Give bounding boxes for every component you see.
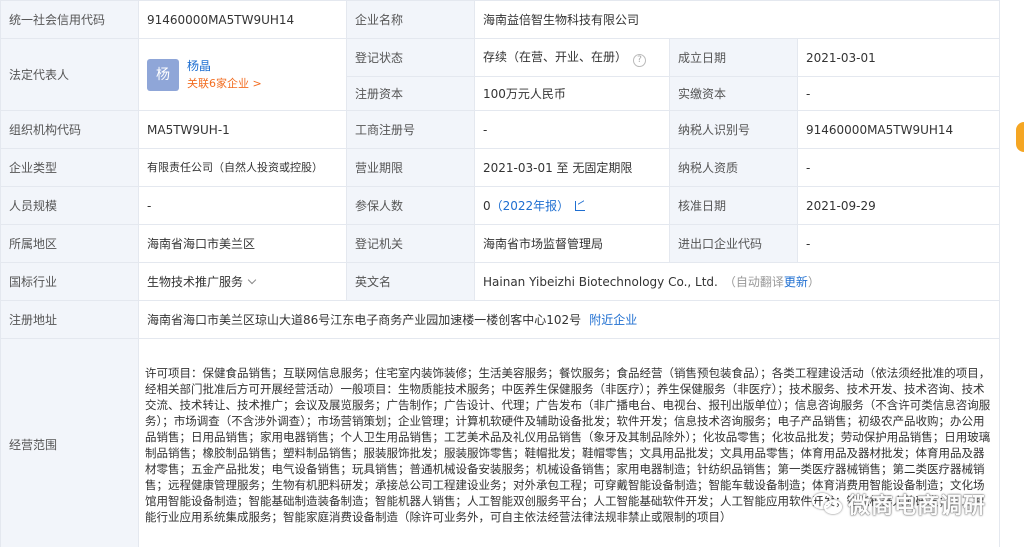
english-name-value: Hainan Yibeizhi Biotechnology Co., Ltd.: [483, 274, 718, 289]
industry-dropdown[interactable]: 生物技术推广服务: [138, 262, 347, 301]
taxpayer-qual-value: -: [797, 148, 1000, 187]
import-export-label: 进出口企业代码: [669, 224, 798, 263]
biz-reg-no-value: -: [474, 110, 670, 149]
reg-status-label: 登记状态: [346, 38, 475, 77]
region-label: 所属地区: [0, 224, 139, 263]
taxpayer-id-value: 91460000MA5TW9UH14: [797, 110, 1000, 149]
reg-authority-label: 登记机关: [346, 224, 475, 263]
table-row: 统一社会信用代码 91460000MA5TW9UH14 企业名称 海南益倍智生物…: [0, 0, 1000, 39]
address-value: 海南省海口市美兰区琼山大道86号江东电子商务产业园加速楼一楼创客中心102号: [147, 312, 582, 327]
founded-value: 2021-03-01: [797, 38, 1000, 77]
trend-chart-icon[interactable]: [575, 200, 586, 211]
side-floating-tab[interactable]: [1016, 122, 1024, 152]
founded-label: 成立日期: [669, 38, 798, 77]
reg-status-cell: 存续（在营、开业、在册）?: [474, 38, 670, 77]
chevron-down-icon[interactable]: [247, 275, 257, 284]
address-cell: 海南省海口市美兰区琼山大道86号江东电子商务产业园加速楼一楼创客中心102号 附近…: [138, 300, 1000, 339]
english-name-label: 英文名: [346, 262, 475, 301]
paid-capital-value: -: [797, 76, 1000, 111]
term-label: 营业期限: [346, 148, 475, 187]
associated-companies-link[interactable]: 关联6家企业 >: [187, 76, 262, 92]
table-row: 法定代表人 杨 杨晶 关联6家企业 > 登记状态 存续（在营、开业、在册）? 成…: [0, 38, 1000, 111]
reg-capital-label: 注册资本: [346, 76, 475, 111]
company-info-table: 统一社会信用代码 91460000MA5TW9UH14 企业名称 海南益倍智生物…: [0, 0, 1000, 547]
import-export-value: -: [797, 224, 1000, 263]
region-value: 海南省海口市美兰区: [138, 224, 347, 263]
legal-rep-cell: 杨 杨晶 关联6家企业 >: [138, 38, 347, 111]
legal-rep-name-link[interactable]: 杨晶: [187, 58, 262, 74]
table-row: 注册地址 海南省海口市美兰区琼山大道86号江东电子商务产业园加速楼一楼创客中心1…: [0, 300, 1000, 339]
org-code-label: 组织机构代码: [0, 110, 139, 149]
insured-label: 参保人数: [346, 186, 475, 225]
table-row: 人员规模 - 参保人数 0（2022年报） 核准日期 2021-09-29: [0, 186, 1000, 225]
legal-rep-label: 法定代表人: [0, 38, 139, 111]
company-type-value: 有限责任公司（自然人投资或控股）: [138, 148, 347, 187]
auto-translate-note: （自动翻译: [723, 274, 784, 289]
company-type-label: 企业类型: [0, 148, 139, 187]
industry-label: 国标行业: [0, 262, 139, 301]
taxpayer-id-label: 纳税人识别号: [669, 110, 798, 149]
staff-size-value: -: [138, 186, 347, 225]
reg-status-value: 存续（在营、开业、在册）: [483, 49, 628, 64]
biz-reg-no-label: 工商注册号: [346, 110, 475, 149]
term-value: 2021-03-01 至 无固定期限: [474, 148, 670, 187]
credit-code-label: 统一社会信用代码: [0, 0, 139, 39]
chat-bubbles-icon: [812, 491, 846, 517]
industry-value: 生物技术推广服务: [147, 274, 244, 289]
insured-value: 0: [483, 198, 491, 213]
org-code-value: MA5TW9UH-1: [138, 110, 347, 149]
address-label: 注册地址: [0, 300, 139, 339]
credit-code-value: 91460000MA5TW9UH14: [138, 0, 347, 39]
table-row: 国标行业 生物技术推广服务 英文名 Hainan Yibeizhi Biotec…: [0, 262, 1000, 301]
help-icon[interactable]: ?: [633, 53, 647, 67]
english-name-cell: Hainan Yibeizhi Biotechnology Co., Ltd. （…: [474, 262, 1000, 301]
auto-translate-note-end: ）: [807, 274, 820, 289]
update-translation-link[interactable]: 更新: [784, 275, 808, 289]
approved-label: 核准日期: [669, 186, 798, 225]
company-name-label: 企业名称: [346, 0, 475, 39]
avatar[interactable]: 杨: [147, 58, 179, 91]
table-row: 企业类型 有限责任公司（自然人投资或控股） 营业期限 2021-03-01 至 …: [0, 148, 1000, 187]
scope-label: 经营范围: [0, 338, 139, 547]
approved-value: 2021-09-29: [797, 186, 1000, 225]
nearby-companies-link[interactable]: 附近企业: [589, 313, 637, 327]
table-row: 所属地区 海南省海口市美兰区 登记机关 海南省市场监督管理局 进出口企业代码 -: [0, 224, 1000, 263]
paid-capital-label: 实缴资本: [669, 76, 798, 111]
reg-capital-value: 100万元人民币: [474, 76, 670, 111]
insured-cell: 0（2022年报）: [474, 186, 670, 225]
watermark-text: 微商电商调研: [848, 494, 987, 519]
watermark: 微商电商调研: [812, 488, 986, 520]
annual-report-link[interactable]: （2022年报）: [491, 199, 570, 213]
table-row: 组织机构代码 MA5TW9UH-1 工商注册号 - 纳税人识别号 9146000…: [0, 110, 1000, 149]
staff-size-label: 人员规模: [0, 186, 139, 225]
taxpayer-qual-label: 纳税人资质: [669, 148, 798, 187]
reg-authority-value: 海南省市场监督管理局: [474, 224, 670, 263]
company-name-value: 海南益倍智生物科技有限公司: [474, 0, 1000, 39]
